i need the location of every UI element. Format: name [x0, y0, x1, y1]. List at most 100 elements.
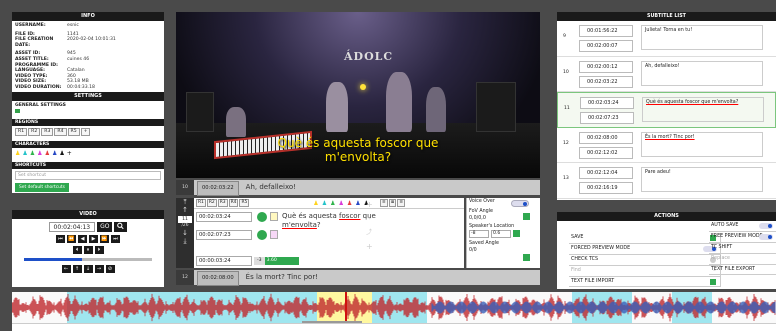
add-subtitle-icon[interactable]: + — [366, 198, 376, 212]
toolbar-character-icon[interactable]: ♟ — [313, 200, 318, 207]
default-shortcuts-button[interactable]: Set default shortcuts — [15, 183, 69, 192]
toolbar-character-icon[interactable]: ♟ — [355, 200, 360, 207]
split-icon[interactable]: ⤳ — [366, 212, 376, 226]
add-character-button[interactable]: + — [67, 150, 72, 157]
forced-preview-toggle[interactable]: FORCED PREVIEW MODE — [569, 243, 721, 255]
tc-in-input[interactable]: 00:02:03:24 — [196, 212, 252, 222]
sync-icon[interactable] — [257, 212, 267, 222]
region-button-add[interactable]: + — [80, 128, 91, 136]
region-button-r5[interactable]: R5 — [67, 128, 80, 136]
tc-dur-input[interactable]: 00:00:03:24 — [196, 256, 252, 266]
list-item-tc-in[interactable]: 00:02:12:04 — [579, 167, 633, 179]
list-item-tc-in[interactable]: 00:02:03:24 — [580, 97, 634, 109]
list-item-tc-in[interactable]: 00:01:56:22 — [579, 25, 633, 37]
editor-region-r3[interactable]: R3 — [217, 199, 228, 207]
replace-input[interactable]: Replace — [709, 254, 776, 265]
list-item-text[interactable]: Julieta! Torna en tu! — [641, 25, 763, 50]
list-item-tc-out[interactable]: 00:02:03:22 — [579, 75, 633, 88]
align-right-icon[interactable]: ≡ — [397, 199, 406, 207]
find-input[interactable]: Find ⌕ — [569, 265, 721, 277]
search-icon[interactable] — [114, 222, 128, 232]
editor-region-r2[interactable]: R2 — [206, 199, 217, 207]
list-item-text[interactable]: Pare adeu! — [641, 167, 763, 192]
playhead-cursor[interactable] — [345, 292, 347, 323]
free-preview-toggle[interactable]: FREE PREVIEW MODE — [709, 232, 776, 243]
saved-angle-icon[interactable] — [523, 254, 530, 261]
loc-x-input[interactable]: -8 — [469, 229, 489, 238]
align-center-icon[interactable]: ≣ — [388, 199, 397, 207]
playback-button[interactable]: ⏭ — [111, 235, 120, 243]
region-button-r3[interactable]: R3 — [41, 128, 54, 136]
toolbar-character-icon[interactable]: ♟ — [322, 200, 327, 207]
region-button-r4[interactable]: R4 — [54, 128, 67, 136]
auto-save-toggle[interactable]: AUTO SAVE — [709, 221, 776, 232]
list-item-tc-in[interactable]: 00:02:08:00 — [579, 131, 633, 144]
playback-button[interactable]: ▶ — [89, 235, 98, 243]
video-time-input[interactable]: 00:02:04:13 — [48, 222, 96, 232]
move-down-icon[interactable]: ↓ — [176, 229, 194, 237]
move-bottom-icon[interactable]: ⤓ — [176, 237, 194, 245]
align-left-icon[interactable]: ≡ — [380, 199, 388, 207]
loc-y-input[interactable]: 0.6 — [491, 229, 511, 238]
previous-subtitle[interactable]: 10 00:02:03:22 Ah, defalleixo! — [176, 180, 540, 196]
list-item-tc-out[interactable]: 00:02:16:19 — [579, 182, 633, 194]
character-icon[interactable]: ♟ — [37, 150, 42, 157]
save-button[interactable]: SAVE — [569, 233, 721, 244]
editor-region-r4[interactable]: R4 — [228, 199, 239, 207]
frame-button[interactable]: ⏴ — [72, 246, 82, 254]
character-pink-icon[interactable] — [270, 230, 278, 239]
character-icon[interactable]: ♟ — [22, 150, 27, 157]
move-up-icon[interactable]: ↑ — [176, 206, 194, 214]
playback-button[interactable]: ⏩ — [100, 235, 109, 243]
check-tcs-button[interactable]: CHECK TCS — [569, 254, 721, 266]
region-button-r1[interactable]: R1 — [15, 128, 28, 136]
save-location-icon[interactable] — [513, 229, 520, 237]
subtitle-list-item[interactable]: 11 00:02:03:24 00:02:07:23 Què és aquesta f… — [557, 92, 776, 128]
list-item-text[interactable]: És la mort? Tinc por! — [641, 131, 763, 157]
list-item-tc-out[interactable]: 00:02:12:02 — [579, 146, 633, 159]
nav-button[interactable]: → — [94, 265, 104, 273]
subtitle-list-item[interactable]: 13 00:02:12:04 00:02:16:19 Pare adeu! — [557, 163, 776, 199]
next-subtitle[interactable]: 12 00:02:08:00 És la mort? Tinc por! — [176, 270, 540, 286]
character-icon[interactable]: ♟ — [59, 150, 64, 157]
tc-shift-button[interactable]: TC SHIFT — [709, 243, 776, 254]
toolbar-character-icon[interactable]: ♟ — [330, 200, 335, 207]
character-icon[interactable]: ♟ — [30, 150, 35, 157]
go-button[interactable]: GO — [97, 222, 113, 232]
shortcut-input[interactable]: Set shortcut — [15, 171, 161, 180]
list-item-tc-out[interactable]: 00:02:07:23 — [580, 112, 634, 124]
playback-button[interactable]: ◀ — [78, 235, 87, 243]
merge-icon[interactable]: ⤴ — [366, 226, 376, 240]
video-progress-slider[interactable] — [24, 258, 152, 261]
playback-button[interactable]: ⏪ — [67, 235, 76, 243]
character-icon[interactable]: ♟ — [52, 150, 57, 157]
video-player[interactable]: ÁDOLC Què és aquesta foscor que m'envolt… — [176, 12, 540, 178]
list-item-text[interactable]: Ah, defalleixo! — [641, 60, 763, 86]
add-after-icon[interactable]: + — [366, 240, 376, 254]
character-icon[interactable]: ♟ — [15, 150, 20, 157]
playback-button[interactable]: ⏮ — [56, 235, 65, 243]
toolbar-character-icon[interactable]: ♟ — [338, 200, 343, 207]
voice-over-toggle[interactable] — [511, 200, 529, 207]
region-button-r2[interactable]: R2 — [28, 128, 41, 136]
nav-button[interactable]: ⊘ — [105, 265, 115, 273]
subtitle-list-item[interactable]: 12 00:02:08:00 00:02:12:02 És la mort? Tinc… — [557, 128, 776, 163]
tc-out-input[interactable]: 00:02:07:23 — [196, 230, 252, 240]
frame-button[interactable]: ⏸ — [83, 246, 93, 254]
list-item-tc-out[interactable]: 00:02:00:07 — [579, 40, 633, 52]
character-icon[interactable]: ♟ — [45, 150, 50, 157]
list-item-tc-in[interactable]: 00:02:00:12 — [579, 60, 633, 73]
editor-region-r1[interactable]: R1 — [196, 199, 206, 207]
subtitle-list-item[interactable]: 10 00:02:00:12 00:02:03:22 Ah, defalleixo! — [557, 57, 776, 92]
fov-set-icon[interactable] — [523, 213, 530, 220]
character-yellow-icon[interactable] — [270, 212, 278, 221]
list-item-text[interactable]: Què és aquesta foscor que m'envolta? — [642, 97, 764, 122]
toolbar-character-icon[interactable]: ♟ — [347, 200, 352, 207]
frame-button[interactable]: ⏵ — [94, 246, 104, 254]
sync-out-icon[interactable] — [257, 230, 267, 240]
move-top-icon[interactable]: ⤒ — [176, 198, 194, 206]
subtitle-text-field[interactable]: Què és aquesta foscor que m'envolta? — [282, 212, 402, 230]
text-import-button[interactable]: TEXT FILE IMPORT — [569, 276, 721, 288]
text-export-button[interactable]: TEXT FILE EXPORT — [709, 265, 776, 276]
nav-button[interactable]: ↑ — [72, 265, 82, 273]
